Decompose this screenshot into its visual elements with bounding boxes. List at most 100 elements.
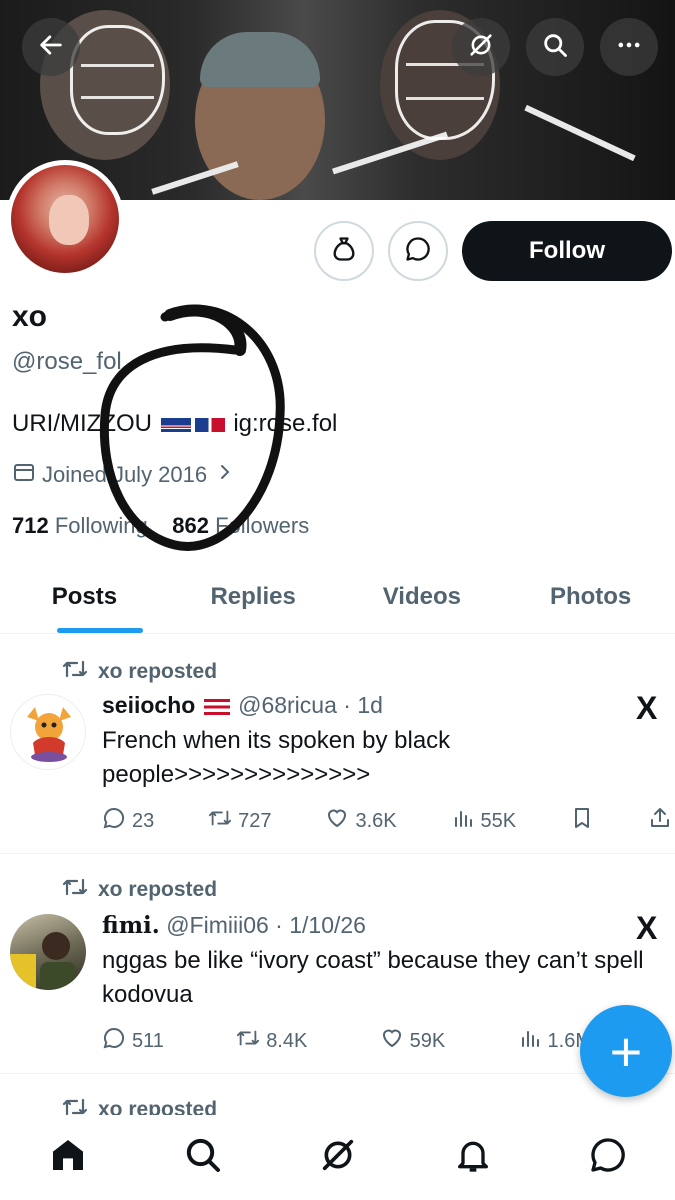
bookmark-button[interactable] xyxy=(570,806,594,836)
message-button[interactable] xyxy=(388,221,448,281)
tab-videos[interactable]: Videos xyxy=(338,560,507,633)
following-label: Following xyxy=(54,513,148,538)
calendar-icon xyxy=(12,460,36,490)
repost-button[interactable]: 727 xyxy=(208,806,272,836)
post-text: French when its spoken by black people>>… xyxy=(102,727,451,788)
repost-label: xo reposted xyxy=(98,878,218,901)
like-count: 59K xyxy=(409,1029,446,1052)
search-icon xyxy=(541,31,569,64)
tip-button[interactable] xyxy=(314,221,374,281)
nav-notifications[interactable] xyxy=(443,1128,503,1188)
followers-link[interactable]: 862 Followers xyxy=(172,513,309,538)
bell-icon xyxy=(453,1135,493,1180)
following-count: 712 xyxy=(12,513,49,538)
followers-label: Followers xyxy=(215,513,310,538)
home-icon xyxy=(48,1135,88,1180)
repost-icon xyxy=(62,876,88,904)
following-link[interactable]: 712 Following xyxy=(12,513,148,538)
tab-photos[interactable]: Photos xyxy=(506,560,675,633)
x-logo-icon: X xyxy=(636,910,658,946)
profile-handle: @rose_fol xyxy=(12,348,122,375)
profile-tabs: Posts Replies Videos Photos xyxy=(0,560,675,634)
reply-icon xyxy=(102,806,126,836)
follow-stats: 712 Following 862 Followers xyxy=(12,513,309,539)
followers-count: 862 xyxy=(172,513,209,538)
back-button[interactable] xyxy=(22,18,80,76)
views-icon xyxy=(518,1026,542,1056)
avatar-illustration xyxy=(27,707,71,762)
reply-icon xyxy=(102,1026,126,1056)
post-author-name[interactable]: fimi. xyxy=(102,912,160,939)
like-button[interactable]: 3.6K xyxy=(325,806,397,836)
more-icon xyxy=(615,31,643,64)
post-author-avatar[interactable] xyxy=(10,694,86,770)
post-handle-time: @68ricua · 1d xyxy=(238,692,383,718)
search-button[interactable] xyxy=(526,18,584,76)
profile-avatar[interactable] xyxy=(6,160,124,278)
post-item[interactable]: xo reposted seiiocho @68ricua · 1d X Fre… xyxy=(0,634,675,854)
reply-button[interactable]: 23 xyxy=(102,806,154,836)
post-author-name[interactable]: seiiocho xyxy=(102,692,195,718)
views-button[interactable]: 55K xyxy=(451,806,517,836)
post-actions: 511 8.4K 59K 1.6M xyxy=(102,1026,592,1056)
nav-grok[interactable] xyxy=(308,1128,368,1188)
profile-name: xo xyxy=(12,300,48,333)
search-icon xyxy=(183,1135,223,1180)
reply-count: 23 xyxy=(132,809,155,832)
message-icon xyxy=(404,235,432,268)
scribble-mark xyxy=(70,25,165,135)
more-button[interactable] xyxy=(600,18,658,76)
reply-button[interactable]: 511 xyxy=(102,1026,164,1056)
repost-icon xyxy=(62,658,88,686)
heart-icon xyxy=(325,806,349,836)
views-icon xyxy=(451,806,475,836)
x-logo-icon: X xyxy=(636,690,658,726)
share-icon xyxy=(648,806,672,836)
post-item[interactable]: xo reposted fimi. @Fimiii06 · 1/10/26 X … xyxy=(0,854,675,1074)
cape-verde-flag-icon xyxy=(160,417,191,432)
compose-button[interactable]: + xyxy=(580,1005,672,1097)
views-count: 55K xyxy=(480,809,517,832)
grok-icon xyxy=(318,1135,358,1180)
joined-date[interactable]: Joined July 2016 xyxy=(12,460,237,490)
repost-icon xyxy=(208,806,232,836)
post-actions: 23 727 3.6K 55K xyxy=(102,806,672,836)
tab-posts[interactable]: Posts xyxy=(0,560,169,633)
tab-replies[interactable]: Replies xyxy=(169,560,338,633)
repost-count: 8.4K xyxy=(266,1029,308,1052)
reply-count: 511 xyxy=(132,1029,164,1052)
post-author-avatar[interactable] xyxy=(10,914,86,990)
chevron-right-icon xyxy=(213,460,237,490)
avatar-face xyxy=(49,195,89,245)
nav-messages[interactable] xyxy=(578,1128,638,1188)
bottom-navigation xyxy=(0,1115,675,1200)
nav-home[interactable] xyxy=(38,1128,98,1188)
plus-icon: + xyxy=(609,1019,643,1083)
repost-button[interactable]: 8.4K xyxy=(236,1026,307,1056)
follow-button[interactable]: Follow xyxy=(462,221,672,281)
profile-bio: URI/MIZZOU ig:rose.fol xyxy=(12,410,337,438)
back-arrow-icon xyxy=(37,31,65,64)
repost-icon xyxy=(236,1026,260,1056)
share-button[interactable] xyxy=(648,806,672,836)
repost-indicator: xo reposted xyxy=(62,876,217,904)
bio-link[interactable]: ig:rose.fol xyxy=(233,410,337,437)
dominican-flag-icon xyxy=(194,417,225,432)
nav-search[interactable] xyxy=(173,1128,233,1188)
message-icon xyxy=(588,1135,628,1180)
puerto-rico-flag-icon xyxy=(203,698,230,715)
bookmark-icon xyxy=(570,806,594,836)
repost-label: xo reposted xyxy=(98,660,218,683)
repost-count: 727 xyxy=(238,809,272,832)
repost-indicator: xo reposted xyxy=(62,658,217,686)
banner-stripe xyxy=(524,104,636,162)
heart-icon xyxy=(380,1026,404,1056)
bio-text: URI/MIZZOU xyxy=(12,410,152,437)
post-header: seiiocho @68ricua · 1d xyxy=(102,692,383,719)
banner-cap xyxy=(200,32,320,87)
like-button[interactable]: 59K xyxy=(380,1026,446,1056)
money-bag-icon xyxy=(330,235,358,268)
post-header: fimi. @Fimiii06 · 1/10/26 xyxy=(102,912,366,939)
grok-button[interactable] xyxy=(452,18,510,76)
post-handle-time: @Fimiii06 · 1/10/26 xyxy=(166,912,366,938)
